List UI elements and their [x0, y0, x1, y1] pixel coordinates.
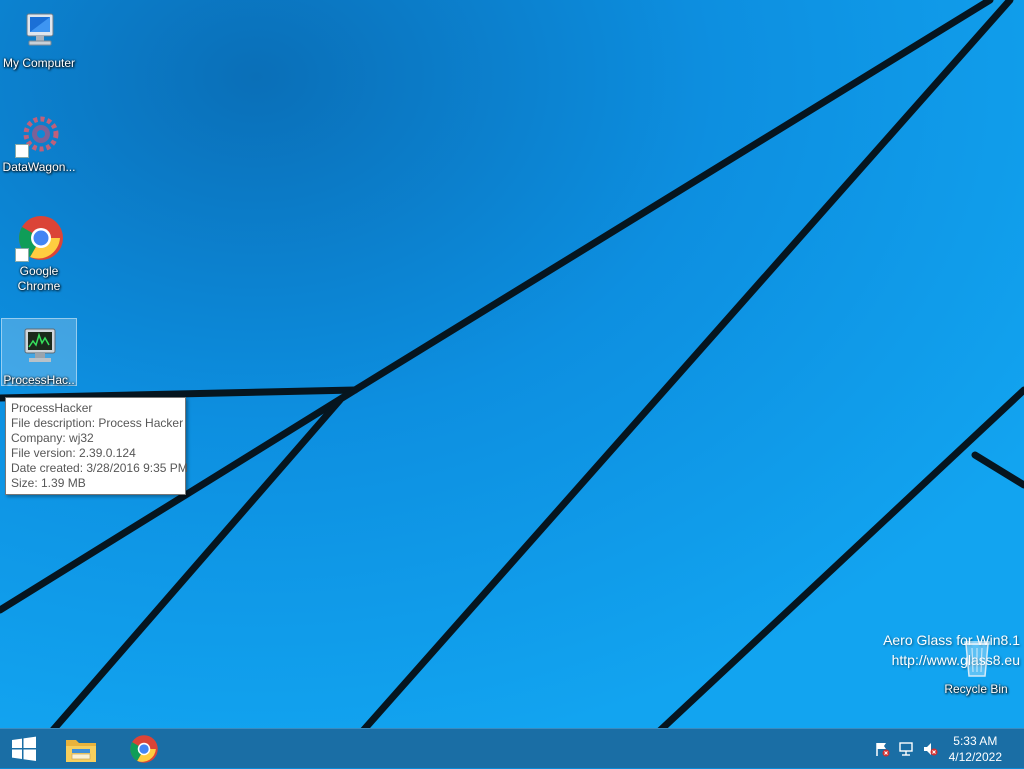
tooltip-description: File description: Process Hacker — [11, 416, 184, 430]
taskbar: 5:33 AM 4/12/2022 — [0, 728, 1024, 768]
desktop-icon-label: Recycle Bin — [944, 682, 1008, 696]
chrome-icon — [15, 214, 63, 262]
taskbar-file-explorer-button[interactable] — [57, 729, 105, 769]
taskbar-chrome-button[interactable] — [120, 729, 168, 769]
tooltip-size: Size: 1.39 MB — [11, 476, 86, 490]
file-info-tooltip: ProcessHacker File description: Process … — [5, 397, 188, 495]
action-center-flag-icon[interactable] — [874, 741, 890, 757]
tooltip-created: Date created: 3/28/2016 9:35 PM — [11, 461, 188, 475]
desktop-icon-recycle-bin[interactable]: Recycle Bin — [938, 628, 1014, 700]
desktop-wallpaper — [0, 0, 1024, 768]
start-button[interactable] — [0, 729, 48, 769]
desktop-icon-process-hacker[interactable]: ProcessHac... — [1, 318, 77, 402]
chrome-icon — [130, 735, 158, 763]
desktop-icon-label: Google Chrome — [17, 264, 61, 293]
clock-time: 5:33 AM — [953, 734, 998, 748]
windows-logo-icon — [12, 736, 36, 761]
desktop-icon-my-computer[interactable]: My Computer — [1, 2, 77, 78]
volume-muted-icon[interactable] — [922, 741, 938, 757]
recycle-bin-icon — [952, 632, 1000, 680]
desktop-icon-label: DataWagon... — [2, 160, 76, 174]
shortcut-arrow-icon — [15, 144, 29, 158]
shortcut-arrow-icon — [15, 248, 29, 262]
tooltip-title: ProcessHacker — [11, 401, 93, 415]
network-icon[interactable] — [898, 741, 914, 757]
folder-icon — [66, 740, 96, 762]
tooltip-company: Company: wj32 — [11, 431, 94, 445]
tooltip-version: File version: 2.39.0.124 — [11, 446, 136, 460]
desktop-icon-google-chrome[interactable]: Google Chrome — [1, 210, 77, 300]
taskbar-clock[interactable]: 5:33 AM 4/12/2022 — [949, 733, 1002, 765]
gear-app-icon — [15, 110, 63, 158]
clock-date: 4/12/2022 — [948, 750, 1002, 764]
process-hacker-icon — [15, 323, 63, 371]
desktop-icon-datawagon[interactable]: DataWagon... — [1, 106, 77, 182]
computer-icon — [15, 6, 63, 54]
desktop-icon-label: My Computer — [2, 56, 76, 70]
